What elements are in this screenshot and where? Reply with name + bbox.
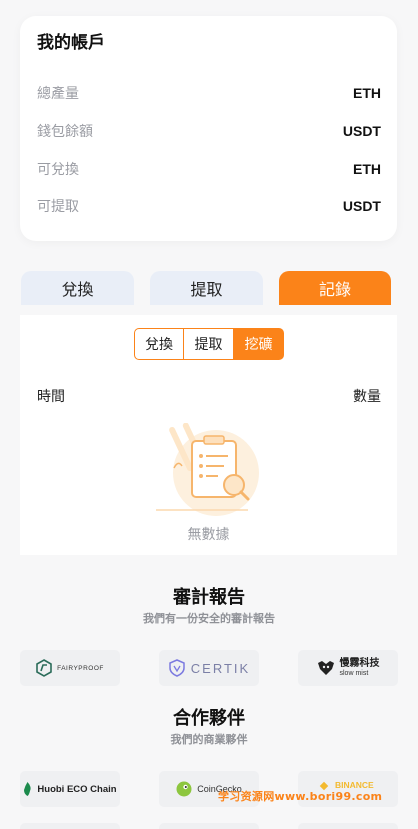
filter-exchange-button[interactable]: 兌換 xyxy=(134,328,184,360)
filter-withdraw-button[interactable]: 提取 xyxy=(184,328,234,360)
exchangeable-label: 可兌換 xyxy=(37,162,79,178)
audit-title: 審計報告 xyxy=(173,587,245,608)
total-output-row: 總產量 ETH xyxy=(37,83,381,103)
withdrawable-row: 可提取 USDT xyxy=(37,196,381,216)
certik-text: CERTIK xyxy=(190,660,251,676)
fairyproof-text: FAIRYPROOF xyxy=(57,664,104,672)
audit-subtitle: 我們有一份安全的審計報告 xyxy=(143,612,275,625)
account-title: 我的帳戶 xyxy=(37,33,105,53)
wallet-balance-row: 錢包餘額 USDT xyxy=(37,121,381,141)
partners-subtitle: 我們的商業夥伴 xyxy=(170,733,248,746)
fairyproof-logo: FAIRYPROOF xyxy=(20,650,120,686)
slowmist-logo: 慢霧科技 slow mist xyxy=(298,650,398,686)
partners-title: 合作夥伴 xyxy=(173,708,245,729)
account-card: 我的帳戶 總產量 ETH 錢包餘額 USDT 可兌換 ETH 可提取 USDT xyxy=(20,16,397,241)
fairyproof-mark-icon xyxy=(36,659,52,677)
empty-state-text: 無數據 xyxy=(187,527,230,543)
exchangeable-value: ETH xyxy=(353,161,381,177)
huobi-eco-text: Huobi ECO Chain xyxy=(37,783,117,795)
total-output-value: ETH xyxy=(353,85,381,101)
watermark-text: 学习资源网www.bori99.com xyxy=(218,790,383,803)
exchangeable-row: 可兌換 ETH xyxy=(37,159,381,179)
slowmist-en-text: slow mist xyxy=(339,669,369,677)
slowmist-text-group: 慢霧科技 slow mist xyxy=(340,659,380,677)
partner-logo-placeholder-1 xyxy=(20,823,120,829)
huobi-eco-logo: Huobi ECO Chain xyxy=(20,771,120,807)
record-filter-group: 兌換 提取 挖礦 xyxy=(134,328,284,360)
wallet-balance-label: 錢包餘額 xyxy=(37,124,93,140)
partner-logo-placeholder-2 xyxy=(159,823,259,829)
huobi-flame-icon xyxy=(24,782,32,796)
empty-clipboard-icon xyxy=(156,423,259,516)
total-output-label: 總產量 xyxy=(37,86,79,102)
records-panel: 兌換 提取 挖礦 時間 數量 無數據 xyxy=(20,315,397,555)
partner-logo-placeholder-3 xyxy=(298,823,398,829)
tab-withdraw[interactable]: 提取 xyxy=(150,271,263,305)
wallet-balance-value: USDT xyxy=(342,123,381,139)
certik-mark-icon xyxy=(169,659,185,677)
tab-exchange[interactable]: 兌換 xyxy=(21,271,134,305)
withdrawable-value: USDT xyxy=(342,198,381,214)
slowmist-mark-icon xyxy=(317,661,334,675)
tab-records[interactable]: 記錄 xyxy=(279,271,391,305)
coingecko-gecko-icon xyxy=(176,781,192,797)
slowmist-cn-text: 慢霧科技 xyxy=(339,658,380,670)
withdrawable-label: 可提取 xyxy=(37,199,79,215)
column-time: 時間 xyxy=(37,389,65,405)
certik-logo: CERTIK xyxy=(159,650,259,686)
filter-mining-button[interactable]: 挖礦 xyxy=(234,328,284,360)
column-amount: 數量 xyxy=(353,389,381,405)
